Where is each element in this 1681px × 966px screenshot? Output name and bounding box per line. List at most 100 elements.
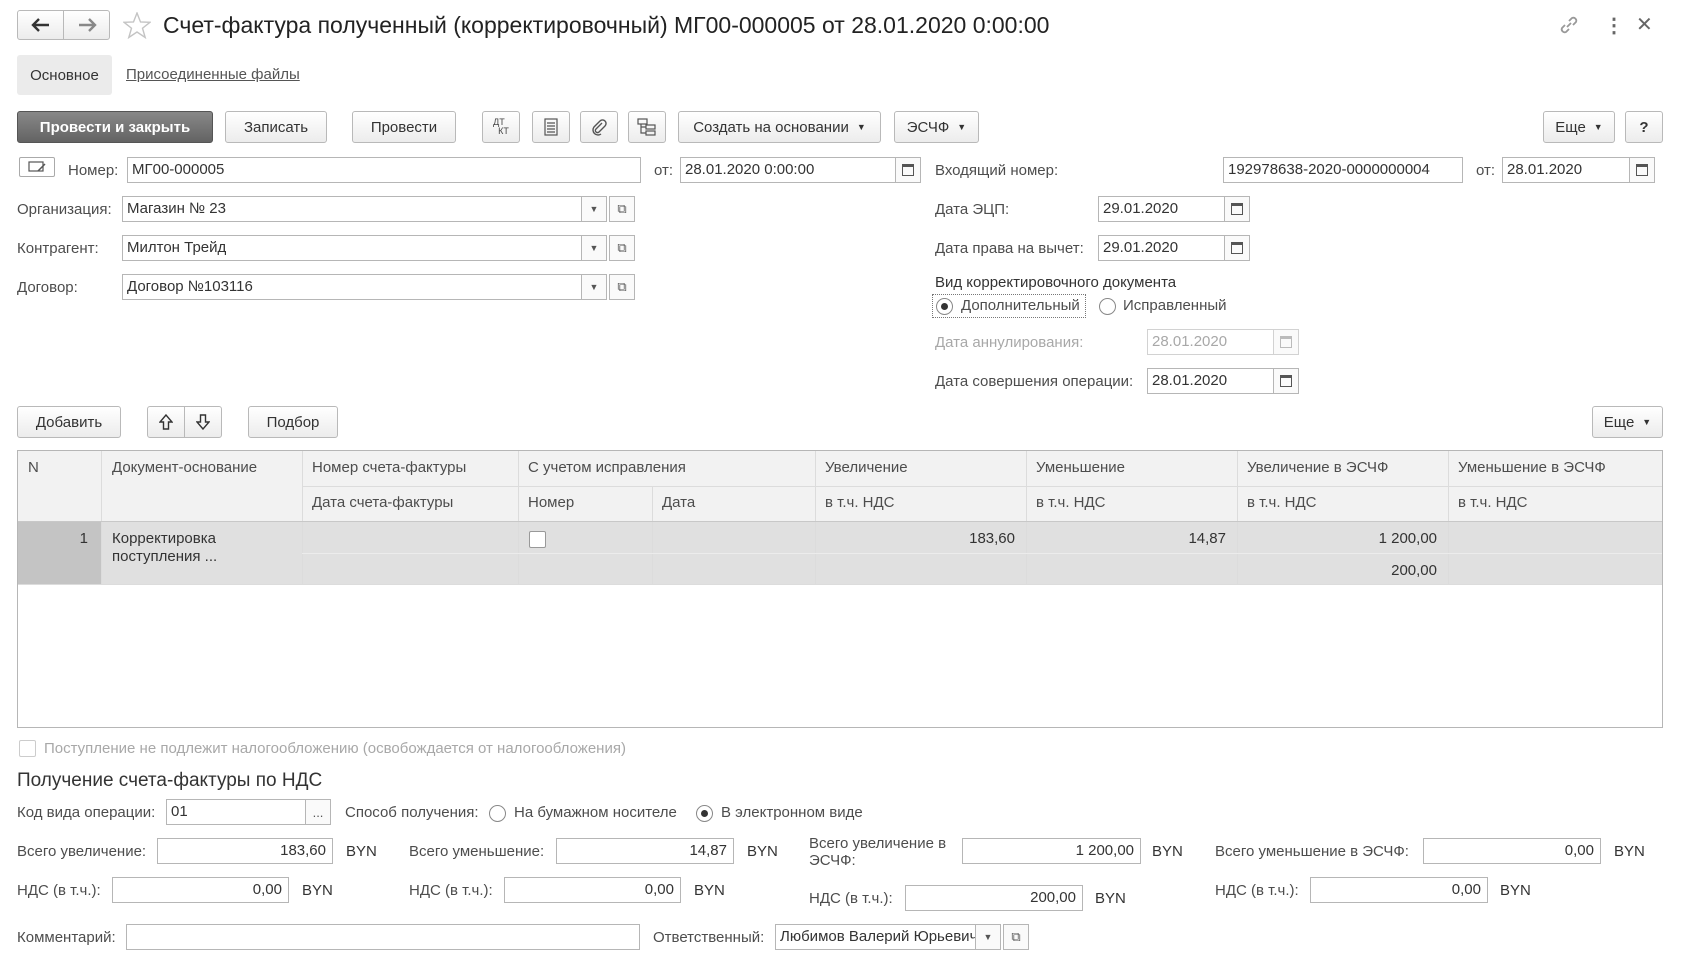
vat-decrease-esf-label: НДС (в т.ч.): bbox=[1215, 882, 1299, 899]
incoming-date-field[interactable]: 28.01.2020 bbox=[1502, 157, 1630, 183]
esf-button[interactable]: ЭСЧФ ▼ bbox=[894, 111, 979, 143]
comment-field[interactable] bbox=[126, 924, 640, 950]
operation-date-label: Дата совершения операции: bbox=[935, 373, 1134, 390]
pick-button[interactable]: Подбор bbox=[248, 406, 338, 438]
organization-open-button[interactable]: ⧉ bbox=[609, 196, 635, 222]
contractor-field[interactable]: Милтон Трейд bbox=[122, 235, 582, 261]
kind-additional-radio[interactable] bbox=[936, 298, 953, 315]
close-icon[interactable]: ✕ bbox=[1636, 12, 1653, 37]
header-correction-date[interactable]: Дата bbox=[662, 494, 695, 511]
ecp-date-calendar-button[interactable] bbox=[1224, 196, 1250, 222]
kind-corrected-radio[interactable] bbox=[1099, 298, 1116, 315]
more-button[interactable]: Еще ▼ bbox=[1543, 111, 1615, 143]
organization-dropdown-button[interactable]: ▼ bbox=[581, 196, 607, 222]
ecp-date-field[interactable]: 29.01.2020 bbox=[1098, 196, 1225, 222]
header-correction[interactable]: С учетом исправления bbox=[528, 459, 686, 476]
tab-main[interactable]: Основное bbox=[17, 55, 112, 95]
header-decrease-esf-vat[interactable]: в т.ч. НДС bbox=[1458, 494, 1528, 511]
vat-decrease-esf-field[interactable]: 0,00 bbox=[1310, 877, 1488, 903]
calendar-icon bbox=[1231, 242, 1243, 254]
header-increase[interactable]: Увеличение bbox=[825, 459, 908, 476]
operation-date-calendar-button[interactable] bbox=[1273, 368, 1299, 394]
contract-field[interactable]: Договор №103116 bbox=[122, 274, 582, 300]
row-correction-checkbox[interactable] bbox=[529, 531, 546, 548]
dt-kt-button[interactable]: ДТ КТ bbox=[482, 111, 520, 143]
report-button[interactable] bbox=[532, 111, 570, 143]
date-field[interactable]: 28.01.2020 0:00:00 bbox=[680, 157, 896, 183]
row-increase-esf-vat[interactable]: 200,00 bbox=[1240, 562, 1437, 579]
operation-date-field[interactable]: 28.01.2020 bbox=[1147, 368, 1274, 394]
post-button[interactable]: Провести bbox=[352, 111, 456, 143]
contractor-dropdown-button[interactable]: ▼ bbox=[581, 235, 607, 261]
responsible-dropdown-button[interactable]: ▼ bbox=[975, 924, 1001, 950]
total-decrease-esf-field[interactable]: 0,00 bbox=[1423, 838, 1601, 864]
contract-dropdown-button[interactable]: ▼ bbox=[581, 274, 607, 300]
header-invoice-number[interactable]: Номер счета-фактуры bbox=[312, 459, 466, 476]
more-vert-icon[interactable]: ⋮ bbox=[1604, 13, 1624, 38]
help-button[interactable]: ? bbox=[1625, 111, 1663, 143]
organization-field[interactable]: Магазин № 23 bbox=[122, 196, 582, 222]
row-increase[interactable]: 183,60 bbox=[818, 530, 1015, 547]
deduct-date-field[interactable]: 29.01.2020 bbox=[1098, 235, 1225, 261]
open-window-icon: ⧉ bbox=[617, 279, 627, 294]
header-n[interactable]: N bbox=[28, 459, 39, 476]
document-edit-icon[interactable] bbox=[19, 157, 55, 177]
receipt-electronic-radio[interactable] bbox=[696, 805, 713, 822]
deduct-date-calendar-button[interactable] bbox=[1224, 235, 1250, 261]
incoming-date-calendar-button[interactable] bbox=[1629, 157, 1655, 183]
move-up-button[interactable] bbox=[147, 406, 185, 438]
op-code-select-button[interactable]: ... bbox=[305, 799, 331, 825]
dt-kt-icon: ДТ КТ bbox=[493, 117, 509, 136]
incoming-number-field[interactable]: 192978638-2020-0000000004 bbox=[1223, 157, 1463, 183]
create-based-on-button[interactable]: Создать на основании ▼ bbox=[678, 111, 881, 143]
structure-button[interactable] bbox=[628, 111, 666, 143]
grid-line bbox=[18, 521, 1662, 522]
row-increase-esf[interactable]: 1 200,00 bbox=[1240, 530, 1437, 547]
contract-label: Договор: bbox=[17, 279, 78, 296]
total-increase-field[interactable]: 183,60 bbox=[157, 838, 333, 864]
responsible-open-button[interactable]: ⧉ bbox=[1003, 924, 1029, 950]
row-decrease[interactable]: 14,87 bbox=[1029, 530, 1226, 547]
vat-increase-esf-field[interactable]: 200,00 bbox=[905, 885, 1083, 911]
vat-increase-esf-label: НДС (в т.ч.): bbox=[809, 890, 893, 907]
exempt-checkbox[interactable] bbox=[19, 740, 36, 757]
number-field[interactable]: МГ00-000005 bbox=[127, 157, 641, 183]
vat-decrease-field[interactable]: 0,00 bbox=[504, 877, 681, 903]
link-icon[interactable] bbox=[1558, 14, 1580, 40]
header-increase-esf[interactable]: Увеличение в ЭСЧФ bbox=[1247, 459, 1388, 476]
header-increase-vat[interactable]: в т.ч. НДС bbox=[825, 494, 895, 511]
header-decrease-esf[interactable]: Уменьшение в ЭСЧФ bbox=[1458, 459, 1606, 476]
total-increase-currency: BYN bbox=[346, 843, 377, 860]
contract-open-button[interactable]: ⧉ bbox=[609, 274, 635, 300]
total-decrease-label: Всего уменьшение: bbox=[409, 843, 545, 860]
date-calendar-button[interactable] bbox=[895, 157, 921, 183]
dropdown-arrow-icon: ▼ bbox=[957, 122, 967, 132]
save-button[interactable]: Записать bbox=[225, 111, 327, 143]
tab-attached-files[interactable]: Присоединенные файлы bbox=[126, 66, 300, 83]
move-down-button[interactable] bbox=[184, 406, 222, 438]
arrow-right-icon bbox=[78, 18, 97, 32]
total-decrease-field[interactable]: 14,87 bbox=[556, 838, 734, 864]
total-increase-esf-currency: BYN bbox=[1152, 843, 1183, 860]
add-row-button[interactable]: Добавить bbox=[17, 406, 121, 438]
header-increase-esf-vat[interactable]: в т.ч. НДС bbox=[1247, 494, 1317, 511]
receipt-paper-radio[interactable] bbox=[489, 805, 506, 822]
post-and-close-button[interactable]: Провести и закрыть bbox=[17, 111, 213, 143]
header-document-basis[interactable]: Документ-основание bbox=[112, 459, 257, 476]
total-increase-esf-field[interactable]: 1 200,00 bbox=[962, 838, 1141, 864]
header-correction-number[interactable]: Номер bbox=[528, 494, 574, 511]
back-button[interactable] bbox=[17, 10, 64, 40]
attach-button[interactable] bbox=[580, 111, 618, 143]
favorite-star-icon[interactable] bbox=[122, 11, 152, 43]
vat-increase-field[interactable]: 0,00 bbox=[112, 877, 289, 903]
header-invoice-date[interactable]: Дата счета-фактуры bbox=[312, 494, 453, 511]
forward-button[interactable] bbox=[63, 10, 110, 40]
table-more-button[interactable]: Еще ▼ bbox=[1592, 406, 1663, 438]
row-document-basis[interactable]: Корректировка поступления ... bbox=[112, 530, 292, 566]
contractor-open-button[interactable]: ⧉ bbox=[609, 235, 635, 261]
responsible-field[interactable]: Любимов Валерий Юрьевич bbox=[775, 924, 976, 950]
header-decrease-vat[interactable]: в т.ч. НДС bbox=[1036, 494, 1106, 511]
op-code-field[interactable]: 01 bbox=[166, 799, 306, 825]
documents-table[interactable]: N Документ-основание Номер счета-фактуры… bbox=[17, 450, 1663, 728]
header-decrease[interactable]: Уменьшение bbox=[1036, 459, 1125, 476]
